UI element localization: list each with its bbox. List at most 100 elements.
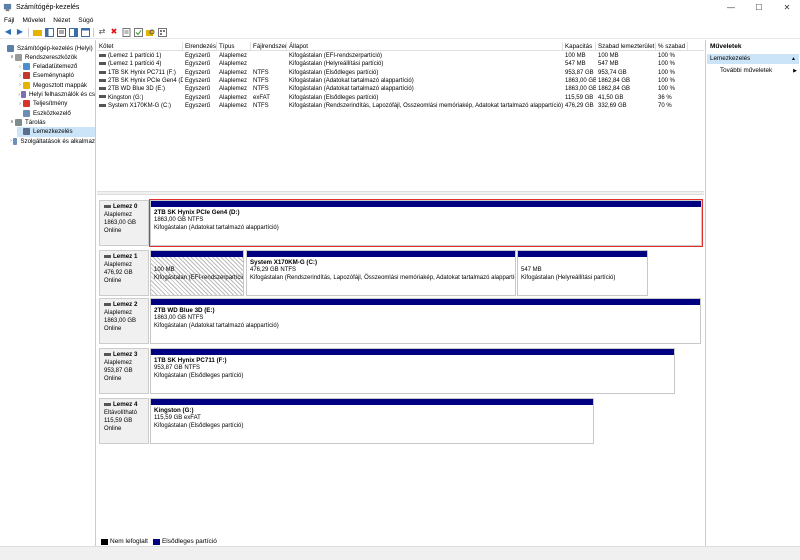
cell-text: 100 MB	[565, 53, 586, 59]
cell-text: Alaplemez	[219, 102, 248, 109]
maximize-icon: ☐	[755, 3, 763, 12]
close-button[interactable]: ✕	[774, 0, 800, 15]
cell-capacity: 547 MB	[563, 60, 596, 68]
column-header-capacity[interactable]: Kapacitás	[563, 42, 596, 51]
volume-row[interactable]: 2TB WD Blue 3D (E:) Egyszerű Alaplemez NTFS…	[97, 85, 704, 93]
cell-text: Kifogástalan (EFI-rendszerpartíció)	[289, 53, 383, 59]
window-icon	[80, 27, 90, 37]
disk-label-0[interactable]: Lemez 0 Alaplemez 1863,00 GB Online	[99, 200, 149, 246]
storage-icon	[15, 118, 22, 126]
checkbox-button[interactable]	[133, 27, 143, 37]
cell-filesystem	[251, 52, 287, 60]
partition-size: 115,59 GB exFAT	[154, 414, 201, 421]
console-tree: Számítógép-kezelés (Helyi) ∨ Rendszereszkö…	[0, 40, 96, 546]
computer-management-icon	[3, 3, 12, 12]
partition-status: Kifogástalan (Rendszerindítás, Lapozófáj…	[250, 274, 515, 281]
cell-status: Kifogástalan (Elsődleges partíció)	[287, 69, 563, 77]
column-header-status[interactable]: Állapot	[287, 42, 563, 51]
cell-percent-free: 100 %	[656, 60, 688, 68]
cell-text: Alaplemez	[219, 69, 248, 76]
disk-size: 476,92 GB	[104, 270, 133, 276]
tree-item-10[interactable]: › Szolgáltatások és alkalmaz	[9, 136, 95, 146]
column-header-volume[interactable]: Kötet	[97, 42, 183, 51]
cell-text: 476,29 GB	[565, 102, 594, 109]
arrow-right-icon: ▶	[16, 27, 24, 36]
column-header-percent-free[interactable]: % szabad	[656, 42, 688, 51]
partition-0-0[interactable]: 2TB SK Hynix PCIe Gen4 (D:) 1863,00 GB NT…	[149, 199, 703, 247]
disk-options-button[interactable]	[157, 27, 167, 37]
help-icon	[68, 27, 78, 37]
volume-row[interactable]: Kingston (G:) Egyszerű Alaplemez exFAT Kifog…	[97, 94, 704, 102]
performance-icon	[23, 100, 30, 108]
partition-size: 1863,00 GB NTFS	[154, 216, 204, 223]
volume-row[interactable]: 2TB SK Hynix PCIe Gen4 (D:) Egyszerű Alapl…	[97, 77, 704, 85]
column-header-layout[interactable]: Elrendezés	[183, 42, 217, 51]
cell-volume: 1TB SK Hynix PC711 (F:)	[97, 69, 183, 77]
up-folder-button[interactable]	[32, 28, 42, 37]
collapse-up-icon: ▲	[791, 56, 796, 62]
volume-row[interactable]: (Lemez 1 partíció 1) Egyszerű Alaplemez Kif…	[97, 52, 704, 60]
legend-bar: Nem lefoglalt Elsődleges partíció	[97, 537, 704, 546]
legend-label-primary: Elsődleges partíció	[161, 538, 217, 545]
cell-volume: (Lemez 1 partíció 1)	[97, 52, 183, 60]
services-icon	[12, 137, 18, 145]
cell-type: Alaplemez	[217, 69, 251, 77]
partition-status: Kifogástalan (EFI-rendszerpartíció)	[154, 274, 243, 281]
minimize-button[interactable]: —	[718, 0, 744, 15]
list-view-button[interactable]	[56, 27, 66, 37]
delete-button[interactable]: ✖	[110, 28, 119, 37]
cell-text: Alaplemez	[219, 53, 248, 59]
disk-label-2[interactable]: Lemez 2 Alaplemez 1863,00 GB Online	[99, 298, 149, 344]
show-tree-button[interactable]	[44, 27, 54, 37]
actions-section-disk-management[interactable]: Lemezkezelés ▲	[707, 54, 799, 64]
disk-label-4[interactable]: Lemez 4 Eltávolítható 115,59 GB Online	[99, 398, 149, 444]
tree-item-label: Eseménynapló	[33, 72, 74, 80]
menu-file[interactable]: Fájl	[4, 17, 14, 24]
cell-status: Kifogástalan (Elsődleges partíció)	[287, 94, 563, 102]
properties-button[interactable]	[122, 27, 131, 37]
device-icon	[23, 109, 30, 117]
cell-text: (Lemez 1 partíció 4)	[108, 61, 162, 68]
search-button[interactable]	[145, 28, 155, 37]
volume-row[interactable]: 1TB SK Hynix PC711 (F:) Egyszerű Alaplemez…	[97, 69, 704, 77]
disk-label-1[interactable]: Lemez 1 Alaplemez 476,92 GB Online	[99, 250, 149, 296]
cell-layout: Egyszerű	[183, 69, 217, 77]
menu-help[interactable]: Súgó	[78, 17, 93, 24]
help-button[interactable]	[68, 27, 78, 37]
volume-row[interactable]: (Lemez 1 partíció 4) Egyszerű Alaplemez Kif…	[97, 60, 704, 68]
partition-1-1[interactable]: System X170KM-G (C:) 476,29 GB NTFS Kifogá…	[246, 250, 516, 296]
disk-size: 1863,00 GB	[104, 318, 137, 324]
cell-layout: Egyszerű	[183, 102, 217, 110]
partition-name: Kingston (G:)	[154, 407, 194, 414]
cell-type: Alaplemez	[217, 60, 251, 68]
column-header-type[interactable]: Típus	[217, 42, 251, 51]
partition-3-0[interactable]: 1TB SK Hynix PC711 (F:) 953,87 GB NTFS Kif…	[150, 348, 675, 394]
partition-1-2[interactable]: 547 MB Kifogástalan (Helyreállítási partí…	[517, 250, 648, 296]
partition-4-0[interactable]: Kingston (G:) 115,59 GB exFAT Kifogástalan…	[150, 398, 594, 444]
cell-volume: 2TB SK Hynix PCIe Gen4 (D:)	[97, 77, 183, 85]
menu-action[interactable]: Művelet	[22, 17, 45, 24]
partition-2-0[interactable]: 2TB WD Blue 3D (E:) 1863,00 GB NTFS Kifogá…	[150, 298, 701, 344]
more-actions-item[interactable]: További műveletek ▶	[720, 66, 798, 76]
tree-item-label: Szolgáltatások és alkalmaz	[20, 137, 95, 145]
partition-name: 1TB SK Hynix PC711 (F:)	[154, 357, 227, 364]
folder-icon	[23, 81, 30, 89]
back-button[interactable]: ◀	[4, 28, 13, 37]
maximize-button[interactable]: ☐	[746, 0, 772, 15]
volume-row[interactable]: System X170KM-G (C:) Egyszerű Alaplemez NTF…	[97, 102, 704, 110]
volume-icon	[99, 95, 106, 99]
view-button[interactable]	[80, 27, 90, 37]
column-header-filesystem[interactable]: Fájlrendszer	[251, 42, 287, 51]
menu-view[interactable]: Nézet	[53, 17, 70, 24]
disk-name: Lemez 0	[104, 203, 144, 211]
disk-label-3[interactable]: Lemez 3 Alaplemez 953,87 GB Online	[99, 348, 149, 394]
partition-1-0[interactable]: 100 MB Kifogástalan (EFI-rendszerpartíció…	[150, 250, 244, 296]
forward-button[interactable]: ▶	[16, 28, 25, 37]
cell-text: 100 %	[658, 86, 676, 93]
cell-filesystem: exFAT	[251, 94, 287, 102]
cell-layout: Egyszerű	[183, 60, 217, 68]
cell-text: 547 MB	[598, 61, 619, 68]
cell-text: 1862,84 GB	[598, 77, 631, 84]
connect-button[interactable]: ⇄	[98, 28, 107, 37]
column-header-free-space[interactable]: Szabad lemezterület	[596, 42, 656, 51]
